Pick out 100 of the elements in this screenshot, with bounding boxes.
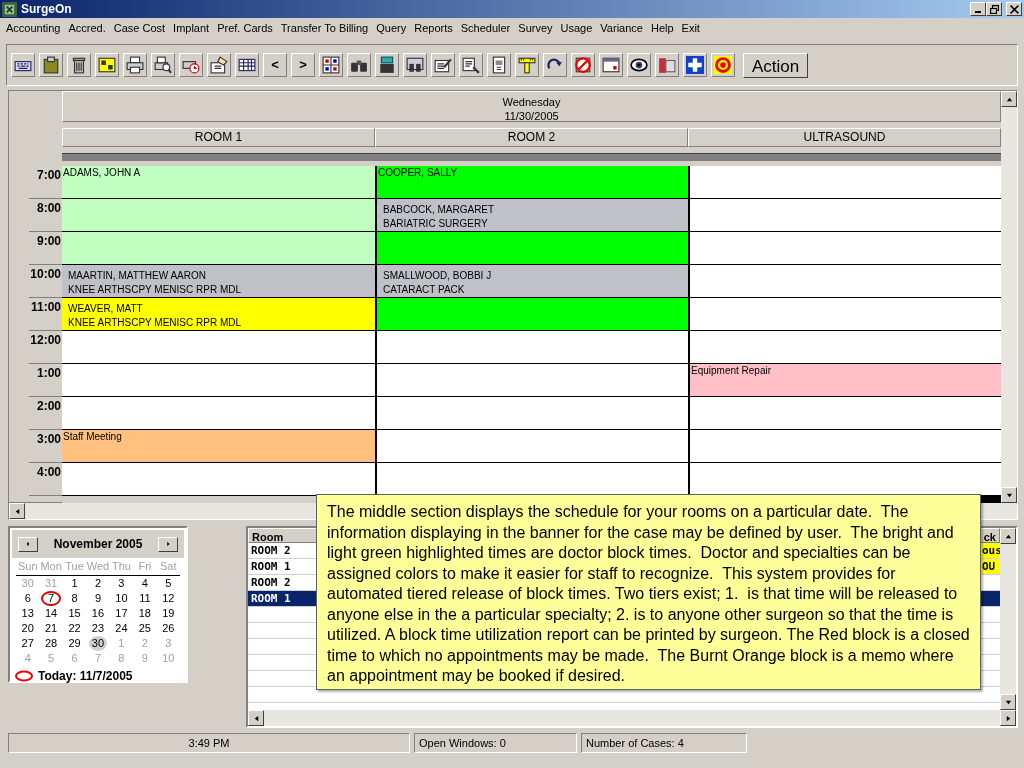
calendar-day[interactable]: 27 (18, 635, 37, 651)
menu-item[interactable]: Implant (169, 18, 214, 38)
binoculars-screen-button[interactable] (403, 53, 427, 77)
book-button[interactable] (655, 53, 679, 77)
time-slot[interactable] (377, 430, 688, 464)
document-search-button[interactable] (459, 53, 483, 77)
schedule-column-header[interactable]: ULTRASOUND (688, 127, 1001, 147)
appointment-slot[interactable]: SMALLWOOD, BOBBI J CATARACT PACK (377, 265, 688, 299)
cross-button[interactable] (683, 53, 707, 77)
menu-item[interactable]: Accounting (2, 18, 65, 38)
no-entry-button[interactable] (571, 53, 595, 77)
calendar-day[interactable]: 30 (88, 635, 108, 651)
calendar-day[interactable]: 15 (65, 605, 84, 621)
menu-item[interactable]: Query (372, 18, 411, 38)
calendar-day[interactable]: 11 (136, 590, 154, 606)
time-slot[interactable] (377, 364, 688, 398)
calendar-day[interactable]: 4 (138, 575, 151, 591)
calendar-day[interactable]: 9 (91, 590, 105, 606)
appointment-slot[interactable]: MAARTIN, MATTHEW AARON KNEE ARTHSCPY MENISC RPR MDL (62, 265, 375, 299)
time-slot[interactable] (377, 298, 688, 332)
time-slot[interactable] (690, 232, 1001, 266)
printer-button[interactable] (123, 53, 147, 77)
menu-item[interactable]: Accred. (64, 18, 110, 38)
eye-button[interactable] (627, 53, 651, 77)
calendar-day[interactable]: 24 (112, 620, 131, 636)
calendar-day[interactable]: 6 (21, 590, 34, 606)
calendar-day[interactable]: 19 (159, 605, 178, 621)
calendar-day[interactable]: 25 (135, 620, 154, 636)
time-slot[interactable] (62, 199, 375, 233)
grid-button[interactable] (319, 53, 343, 77)
time-slot[interactable] (62, 232, 375, 266)
time-slot[interactable] (690, 463, 1001, 497)
vertical-scrollbar[interactable] (1000, 528, 1016, 710)
calendar-day[interactable]: 10 (112, 590, 131, 606)
action-button[interactable]: Action (743, 52, 809, 78)
menu-item[interactable]: Exit (677, 18, 704, 38)
horizontal-scrollbar[interactable] (248, 710, 1016, 726)
next-month-button[interactable] (158, 536, 178, 552)
today-label[interactable]: Today: 11/7/2005 (38, 666, 133, 685)
time-slot[interactable] (62, 364, 375, 398)
menu-item[interactable]: Scheduler (456, 18, 515, 38)
redo-button[interactable] (543, 53, 567, 77)
calendar-day[interactable]: 3 (115, 575, 128, 591)
keyboard-button[interactable] (11, 53, 35, 77)
time-slot[interactable] (62, 397, 375, 431)
calendar-day[interactable]: 22 (65, 620, 84, 636)
menu-item[interactable]: Usage (556, 18, 597, 38)
menu-item[interactable]: Variance (596, 18, 647, 38)
calendar-day[interactable]: 14 (42, 605, 61, 621)
schedule-column-header[interactable]: ROOM 2 (375, 127, 688, 147)
calendar-day[interactable]: 18 (135, 605, 154, 621)
menu-item[interactable]: Case Cost (109, 18, 170, 38)
pencil-form-button[interactable] (431, 53, 455, 77)
writing-hand-button[interactable] (207, 53, 231, 77)
time-slot[interactable] (690, 430, 1001, 464)
calendar-day[interactable]: 23 (88, 620, 108, 636)
close-button[interactable] (1006, 2, 1022, 16)
menu-item[interactable]: Pref. Cards (213, 18, 277, 38)
calendar-day[interactable]: 1 (68, 575, 81, 591)
appointment-slot[interactable]: ADAMS, JOHN A (62, 166, 375, 200)
appointment-slot[interactable]: WEAVER, MATT KNEE ARTHSCPY MENISC RPR MDL (62, 298, 375, 332)
binoculars-button[interactable] (347, 53, 371, 77)
time-slot[interactable] (377, 331, 688, 365)
print-preview-button[interactable] (151, 53, 175, 77)
minimize-button[interactable] (970, 2, 986, 16)
calendar-button[interactable] (599, 53, 623, 77)
table-header[interactable]: ck (983, 529, 996, 542)
calendar-day[interactable]: 2 (91, 575, 105, 591)
next-button[interactable]: > (291, 53, 315, 77)
computer-button[interactable] (375, 53, 399, 77)
time-slot[interactable] (690, 166, 1001, 200)
clipboard-button[interactable] (39, 53, 63, 77)
device-button[interactable] (487, 53, 511, 77)
calendar-day[interactable]: 26 (159, 620, 178, 636)
previous-button[interactable]: < (263, 53, 287, 77)
calendar-day[interactable]: 21 (42, 620, 61, 636)
appointment-slot[interactable]: BABCOCK, MARGARET BARIATRIC SURGERY (377, 199, 688, 233)
vertical-scrollbar[interactable] (1001, 91, 1017, 503)
calendar-day[interactable]: 5 (162, 575, 175, 591)
appointment-slot[interactable]: Equipment Repair (690, 364, 1001, 398)
calendar-day[interactable]: 28 (42, 635, 61, 651)
table-button[interactable] (235, 53, 259, 77)
previous-month-button[interactable] (18, 536, 38, 552)
calendar-day[interactable]: 8 (68, 590, 81, 606)
calendar-day[interactable]: 12 (159, 590, 178, 606)
time-slot[interactable] (377, 463, 688, 497)
menu-item[interactable]: Help (646, 18, 678, 38)
calendar-day[interactable]: 13 (18, 605, 37, 621)
time-slot[interactable] (690, 298, 1001, 332)
appointment-slot[interactable]: COOPER, SALLY (377, 166, 688, 200)
restore-button[interactable] (986, 2, 1002, 16)
trash-button[interactable] (67, 53, 91, 77)
time-slot[interactable] (62, 463, 375, 497)
calendar-day[interactable]: 29 (65, 635, 84, 651)
calendar-day[interactable]: 16 (88, 605, 108, 621)
target-button[interactable] (711, 53, 735, 77)
calendar-day[interactable]: 20 (18, 620, 37, 636)
menu-item[interactable]: Reports (410, 18, 457, 38)
time-slot[interactable] (62, 331, 375, 365)
printer-clock-button[interactable] (179, 53, 203, 77)
